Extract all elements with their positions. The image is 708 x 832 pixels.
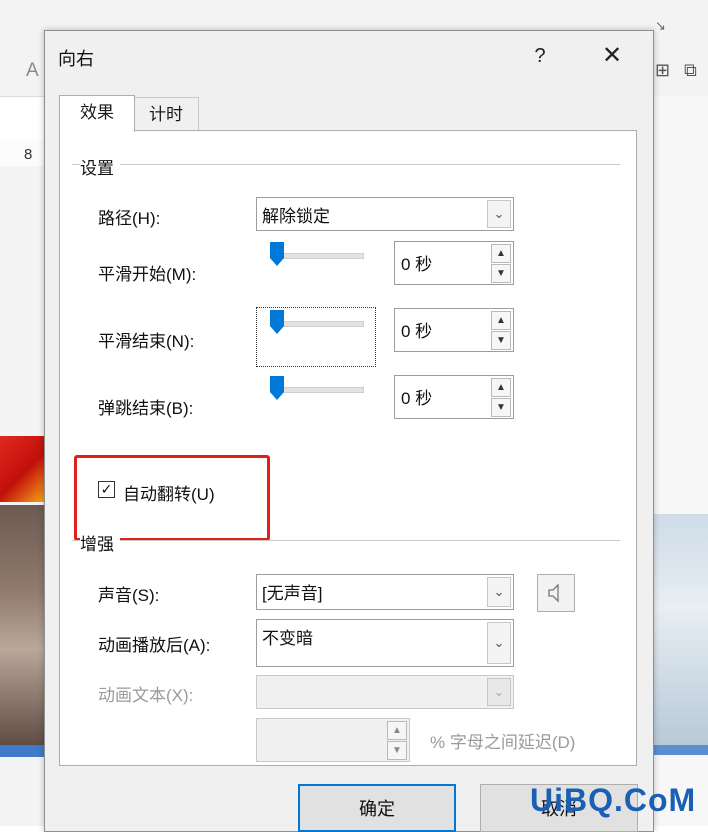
slide-thumbnail-red[interactable] bbox=[0, 436, 44, 502]
smooth-end-slider[interactable] bbox=[270, 321, 364, 327]
slide-thumbnail-bar bbox=[0, 745, 44, 757]
slide-thumbnail-photo[interactable] bbox=[0, 505, 44, 745]
settings-section-title: 设置 bbox=[80, 154, 120, 179]
smooth-start-label: 平滑开始(M): bbox=[98, 265, 197, 284]
spin-up-icon[interactable]: ▲ bbox=[387, 721, 407, 740]
spin-down-icon[interactable]: ▼ bbox=[491, 331, 511, 350]
ribbon-dialog-launcher-icon[interactable]: ↘ bbox=[655, 18, 666, 34]
bounce-end-label: 弹跳结束(B): bbox=[98, 399, 194, 418]
bounce-end-value: 0 秒 bbox=[401, 389, 433, 408]
sound-volume-button[interactable] bbox=[537, 574, 575, 612]
chevron-down-icon[interactable]: ⌄ bbox=[487, 678, 511, 706]
spin-down-icon[interactable]: ▼ bbox=[491, 398, 511, 417]
spin-down-icon[interactable]: ▼ bbox=[491, 264, 511, 283]
tab-effect[interactable]: 效果 bbox=[59, 95, 135, 132]
smooth-start-slider-thumb[interactable] bbox=[270, 242, 284, 266]
speaker-icon bbox=[548, 583, 559, 603]
slide-panel-header bbox=[0, 140, 44, 167]
settings-divider bbox=[72, 164, 620, 165]
slide-canvas-bar bbox=[652, 745, 708, 755]
after-animation-label: 动画播放后(A): bbox=[98, 636, 211, 655]
sound-dropdown-value: [无声音] bbox=[262, 584, 323, 603]
bounce-end-slider-thumb[interactable] bbox=[270, 376, 284, 400]
animate-text-dropdown[interactable]: ⌄ bbox=[256, 675, 514, 709]
after-animation-value: 不变暗 bbox=[262, 629, 313, 648]
chevron-down-icon[interactable]: ⌄ bbox=[487, 577, 511, 607]
ribbon-arrange-icon[interactable]: ⊞ bbox=[655, 60, 670, 81]
bounce-end-spinner[interactable]: 0 秒 ▲ ▼ bbox=[394, 375, 514, 419]
ok-button[interactable]: 确定 bbox=[298, 784, 456, 832]
chevron-down-icon[interactable]: ⌄ bbox=[487, 200, 511, 228]
after-animation-dropdown[interactable]: 不变暗 ⌄ bbox=[256, 619, 514, 667]
slide-number: 8 bbox=[24, 146, 33, 163]
bounce-end-slider[interactable] bbox=[270, 387, 364, 393]
watermark-logo: UiBQ.CoM bbox=[530, 782, 697, 818]
ribbon-group-icon[interactable]: ⧉ bbox=[684, 60, 697, 81]
smooth-end-label: 平滑结束(N): bbox=[98, 332, 195, 351]
chevron-down-icon[interactable]: ⌄ bbox=[487, 622, 511, 664]
letter-delay-label: % 字母之间延迟(D) bbox=[430, 733, 576, 752]
smooth-end-spinner[interactable]: 0 秒 ▲ ▼ bbox=[394, 308, 514, 352]
effect-options-dialog: 向右 ? ✕ 效果 计时 设置 路径(H): 解除锁定 ⌄ 平滑开始(M): 0… bbox=[44, 30, 654, 832]
enhancements-section-title: 增强 bbox=[80, 530, 120, 555]
enhancements-divider bbox=[72, 540, 620, 541]
spin-up-icon[interactable]: ▲ bbox=[491, 311, 511, 330]
auto-reverse-checkbox[interactable]: ✓ bbox=[98, 481, 115, 498]
smooth-end-value: 0 秒 bbox=[401, 322, 433, 341]
dialog-title: 向右 bbox=[58, 49, 94, 69]
sound-dropdown[interactable]: [无声音] ⌄ bbox=[256, 574, 514, 610]
smooth-start-spinner[interactable]: 0 秒 ▲ ▼ bbox=[394, 241, 514, 285]
ribbon-text-icon[interactable]: A bbox=[26, 60, 39, 82]
spin-down-icon[interactable]: ▼ bbox=[387, 741, 407, 760]
sound-label: 声音(S): bbox=[98, 586, 160, 605]
animate-text-label: 动画文本(X): bbox=[98, 686, 194, 705]
path-dropdown[interactable]: 解除锁定 ⌄ bbox=[256, 197, 514, 231]
slide-canvas-photo bbox=[652, 514, 708, 746]
letter-delay-spinner[interactable]: ▲ ▼ bbox=[256, 718, 410, 762]
tab-timing[interactable]: 计时 bbox=[133, 97, 199, 131]
help-button[interactable]: ? bbox=[527, 41, 553, 71]
spin-up-icon[interactable]: ▲ bbox=[491, 378, 511, 397]
spin-up-icon[interactable]: ▲ bbox=[491, 244, 511, 263]
path-dropdown-value: 解除锁定 bbox=[262, 207, 330, 226]
tab-panel: 设置 路径(H): 解除锁定 ⌄ 平滑开始(M): 0 秒 ▲ ▼ 平滑结束(N… bbox=[59, 130, 637, 766]
close-button[interactable]: ✕ bbox=[597, 41, 627, 71]
smooth-start-value: 0 秒 bbox=[401, 255, 433, 274]
path-label: 路径(H): bbox=[98, 209, 161, 228]
smooth-start-slider[interactable] bbox=[270, 253, 364, 259]
smooth-end-slider-thumb[interactable] bbox=[270, 310, 284, 334]
auto-reverse-label[interactable]: 自动翻转(U) bbox=[123, 480, 215, 505]
